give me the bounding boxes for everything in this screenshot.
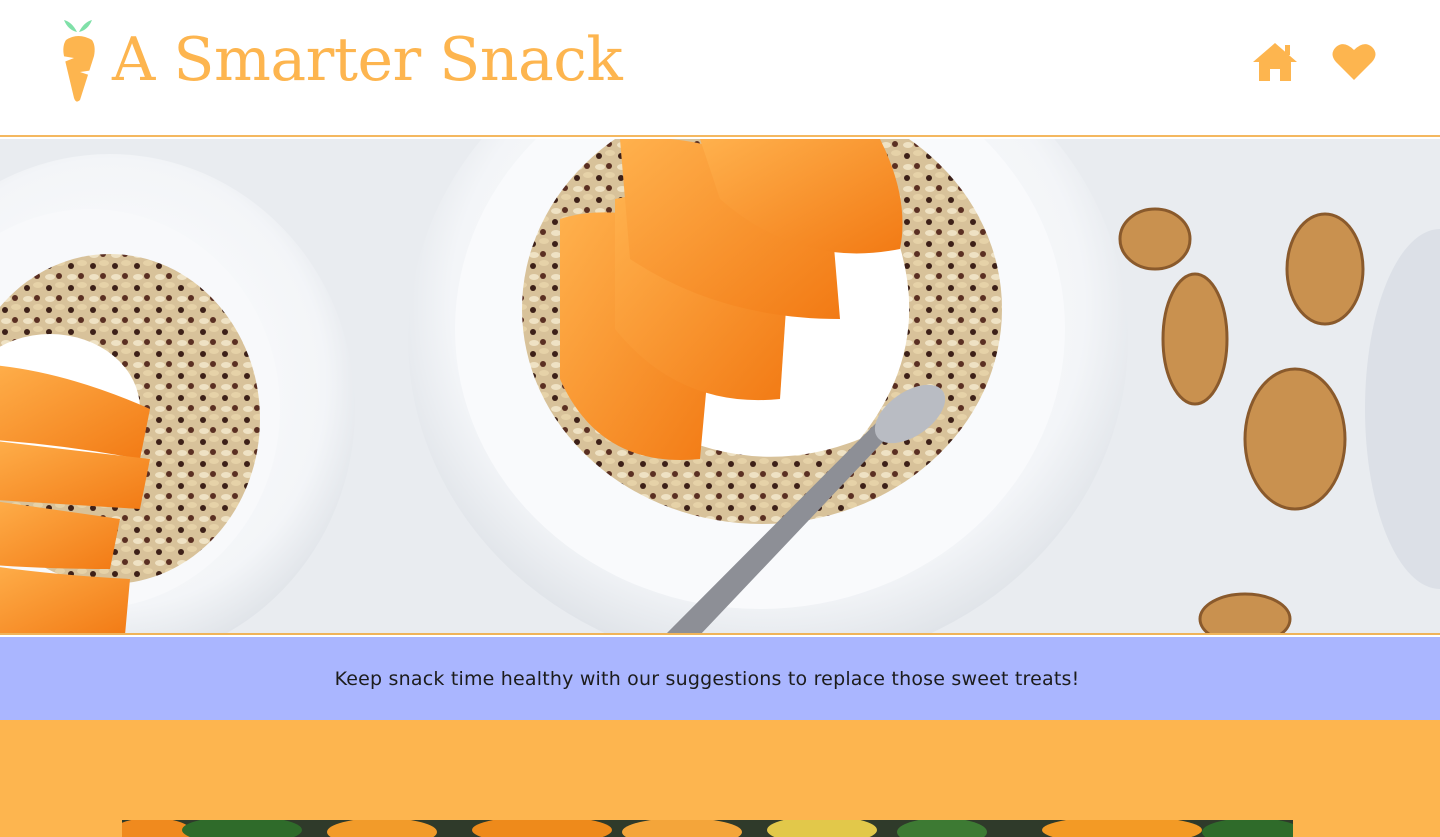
citrus-image bbox=[122, 820, 1293, 837]
carrot-icon[interactable] bbox=[58, 16, 98, 104]
heart-icon bbox=[1330, 40, 1378, 84]
featured-section bbox=[0, 720, 1440, 837]
tagline-text: Keep snack time healthy with our suggest… bbox=[334, 667, 1080, 690]
home-button[interactable] bbox=[1251, 40, 1299, 84]
home-icon bbox=[1251, 40, 1299, 84]
site-title[interactable]: A Smarter Snack bbox=[112, 24, 623, 96]
site-header: A Smarter Snack bbox=[0, 0, 1440, 137]
hero-image bbox=[0, 139, 1440, 635]
favorites-button[interactable] bbox=[1330, 40, 1378, 84]
tagline-banner: Keep snack time healthy with our suggest… bbox=[0, 637, 1440, 720]
